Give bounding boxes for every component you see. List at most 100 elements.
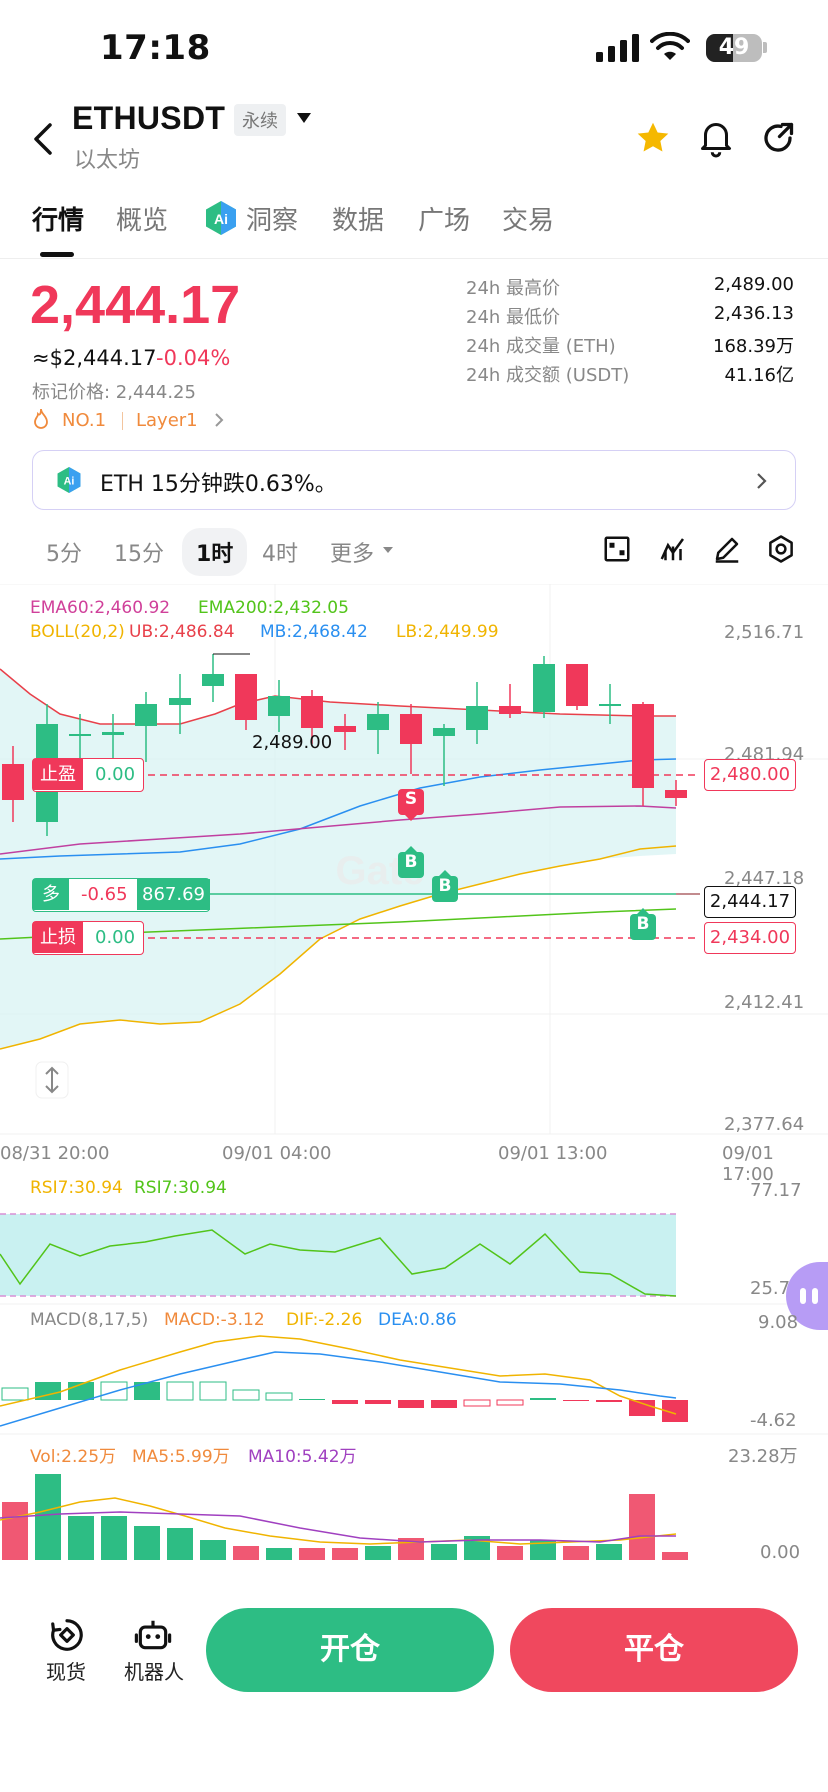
stop-loss-label: 止损	[33, 922, 83, 953]
stat-volume-label: 24h 成交量 (ETH)	[466, 336, 616, 357]
date-label-2: 09/01 04:00	[222, 1143, 332, 1164]
volume-bars	[2, 1474, 688, 1560]
rank-badge[interactable]: NO.1	[62, 410, 106, 431]
tab-square[interactable]: 广场	[418, 200, 470, 237]
price-axis-1: 2,516.71	[724, 622, 805, 643]
open-position-button[interactable]: 开仓	[206, 1608, 494, 1692]
take-profit-price[interactable]: 2,480.00	[704, 759, 796, 791]
timeframe-more[interactable]: 更多	[330, 536, 374, 568]
date-label-1: 08/31 20:00	[0, 1143, 110, 1164]
stat-high-label: 24h 最高价	[466, 278, 561, 299]
macd-axis-low: -4.62	[750, 1410, 797, 1431]
bell-icon[interactable]	[698, 118, 734, 158]
mark-price: 标记价格: 2,444.25	[32, 382, 196, 403]
robot-label[interactable]: 机器人	[124, 1656, 184, 1685]
rsi-legend-b: RSI7:30.94	[134, 1178, 227, 1198]
tab-data[interactable]: 数据	[332, 200, 384, 237]
vol-legend: Vol:2.25万	[30, 1447, 117, 1467]
stat-high-value: 2,489.00	[713, 274, 794, 295]
buy-signal[interactable]: B	[630, 914, 656, 934]
position-tag[interactable]: 多 -0.65 867.69	[32, 878, 210, 912]
battery-level: 49	[718, 35, 750, 60]
date-label-4: 09/01 17:00	[722, 1143, 774, 1185]
boll-lb-legend: LB:2,449.99	[396, 622, 499, 642]
tabs-divider	[0, 258, 828, 259]
stat-turnover-label: 24h 成交额 (USDT)	[466, 365, 630, 386]
banner-text: ETH 15分钟跌0.63%。	[100, 472, 337, 497]
position-side: 多	[33, 879, 69, 910]
macd-title: MACD(8,17,5)	[30, 1310, 149, 1330]
signal-icon	[596, 34, 639, 62]
high-price-label: 2,489.00	[252, 732, 333, 753]
draw-pen-icon[interactable]	[712, 534, 742, 564]
timeframe-15m[interactable]: 15分	[114, 536, 164, 568]
battery-tip	[763, 42, 767, 53]
ema200-legend: EMA200:2,432.05	[198, 598, 349, 618]
back-arrow-icon[interactable]	[32, 122, 54, 156]
main-tabs: 行情 概览 Ai 洞察 数据 广场 交易	[0, 200, 828, 260]
macd-histogram	[1, 1381, 688, 1422]
position-pnl: -0.65	[81, 884, 128, 905]
rsi-legend-a: RSI7:30.94	[30, 1178, 123, 1198]
tab-overview[interactable]: 概览	[116, 200, 168, 237]
macd-dif: DIF:-2.26	[286, 1310, 363, 1330]
indicators-icon[interactable]	[658, 534, 688, 564]
vol-ma5-legend: MA5:5.99万	[132, 1447, 230, 1467]
svg-text:Ai: Ai	[64, 476, 75, 488]
close-position-button[interactable]: 平仓	[510, 1608, 798, 1692]
share-icon[interactable]	[760, 120, 796, 156]
sell-signal[interactable]: S	[398, 789, 424, 809]
active-tab-indicator	[40, 252, 74, 257]
dropdown-caret-icon[interactable]	[296, 112, 312, 124]
macd-dea: DEA:0.86	[378, 1310, 457, 1330]
vol-ma10-legend: MA10:5.42万	[248, 1447, 357, 1467]
timeframe-4h[interactable]: 4时	[262, 536, 298, 568]
kline-chart[interactable]: Gate	[0, 584, 828, 1584]
stop-loss-tag[interactable]: 止损 0.00	[32, 921, 144, 955]
spot-label[interactable]: 现货	[46, 1656, 86, 1685]
stat-turnover-value: 41.16亿	[724, 365, 794, 386]
settings-gear-icon[interactable]	[766, 534, 796, 564]
chart-type-icon[interactable]	[602, 534, 632, 564]
stat-low-value: 2,436.13	[713, 303, 794, 324]
take-profit-tag[interactable]: 止盈 0.00	[32, 758, 144, 792]
spot-icon[interactable]	[48, 1616, 86, 1654]
rsi-axis-high: 77.17	[750, 1180, 802, 1201]
robot-icon[interactable]	[134, 1616, 172, 1654]
timeframe-5m[interactable]: 5分	[46, 536, 82, 568]
ai-icon: Ai	[206, 201, 236, 235]
take-profit-label: 止盈	[33, 759, 83, 790]
rank-divider	[122, 412, 123, 430]
vol-axis-high: 23.28万	[728, 1446, 798, 1467]
svg-text:Ai: Ai	[214, 211, 228, 227]
favorite-star-icon[interactable]	[634, 120, 672, 156]
stop-loss-price[interactable]: 2,434.00	[704, 922, 796, 954]
ema60-legend: EMA60:2,460.92	[30, 598, 171, 618]
timeframe-1h[interactable]: 1时	[182, 528, 248, 576]
stat-low-label: 24h 最低价	[466, 307, 561, 328]
ai-icon: Ai	[57, 467, 81, 493]
stop-loss-value: 0.00	[95, 927, 136, 948]
buy-signal[interactable]: B	[398, 852, 424, 872]
category-badge[interactable]: Layer1	[136, 410, 198, 431]
battery-icon: 49	[706, 34, 762, 62]
wifi-icon	[650, 32, 690, 60]
macd-value: MACD:-3.12	[164, 1310, 265, 1330]
tab-trade[interactable]: 交易	[502, 200, 554, 237]
tab-market[interactable]: 行情	[32, 200, 84, 237]
price-change: -0.04%	[156, 346, 231, 370]
last-price: 2,444.17	[30, 275, 241, 335]
macd-axis-high: 9.08	[758, 1312, 799, 1333]
symbol-title[interactable]: ETHUSDT	[72, 100, 225, 137]
price-axis-5: 2,377.64	[724, 1114, 805, 1135]
status-time: 17:18	[100, 28, 211, 68]
dropdown-caret-icon[interactable]	[382, 546, 394, 554]
current-price-tag: 2,444.17	[704, 886, 796, 918]
buy-signal[interactable]: B	[432, 876, 458, 896]
usd-price: ≈$2,444.17	[32, 346, 157, 370]
chevron-right-icon[interactable]	[214, 412, 224, 428]
contract-type-tag: 永续	[234, 104, 286, 136]
stat-volume-value: 168.39万	[713, 336, 794, 357]
tab-insight[interactable]: 洞察	[246, 200, 298, 237]
chevron-right-icon[interactable]	[756, 472, 768, 490]
